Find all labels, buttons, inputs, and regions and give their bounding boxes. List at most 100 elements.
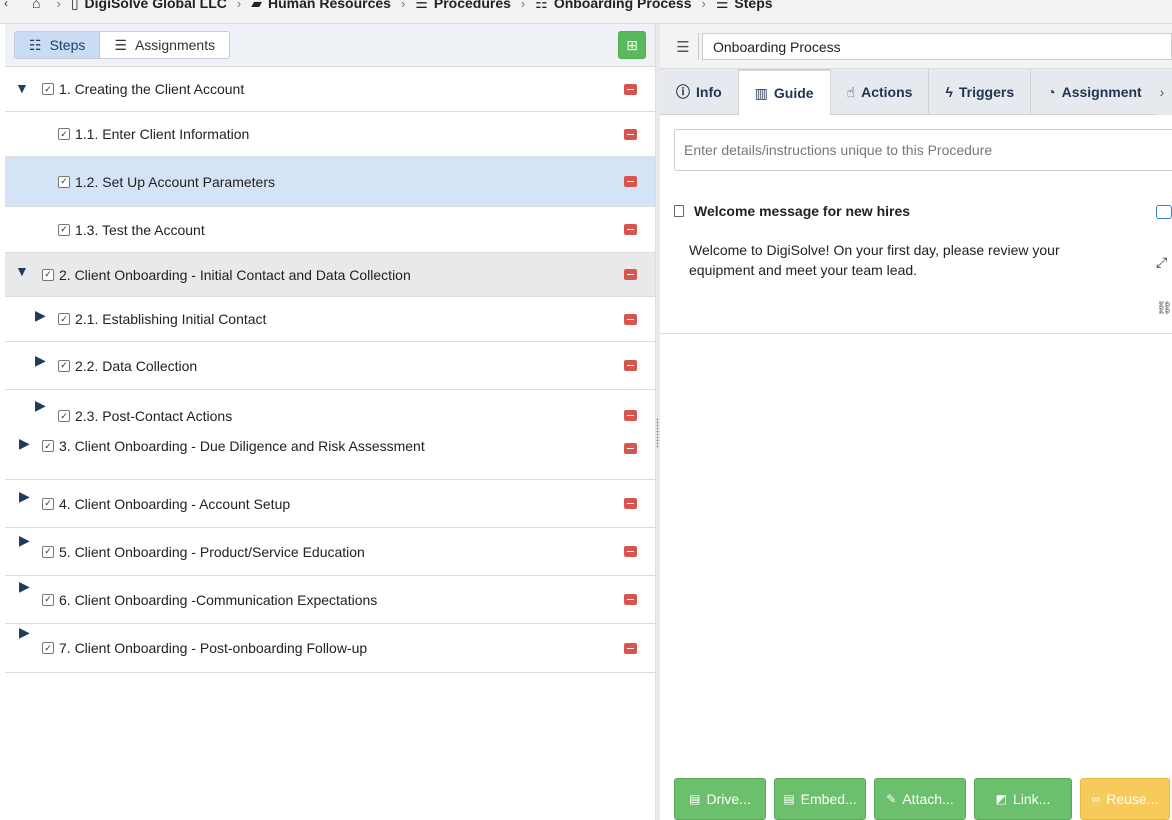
pointer-icon: ☝ (846, 83, 856, 100)
remove-step-button[interactable] (624, 498, 637, 509)
remove-step-button[interactable] (624, 443, 637, 454)
step-label: 1.1. Enter Client Information (75, 126, 250, 142)
detail-tabs: ⓘ Info ▥ Guide ☝ Actions ϟ Triggers ◔ As… (660, 69, 1172, 115)
list-icon: ☰ (715, 0, 729, 11)
remove-step-button[interactable] (624, 546, 637, 557)
checkbox-icon[interactable]: ✓ (58, 410, 70, 422)
caret-down-icon[interactable]: ▼ (15, 263, 29, 279)
add-step-button[interactable]: ⊞ (618, 31, 646, 59)
step-row[interactable]: ▶ ✓ 6. Client Onboarding -Communication … (5, 576, 655, 624)
step-row[interactable]: ▼ ✓ 2. Client Onboarding - Initial Conta… (5, 253, 655, 297)
step-row[interactable]: ▶ ✓ 2.1. Establishing Initial Contact (5, 297, 655, 342)
breadcrumb-label: Human Resources (268, 0, 391, 11)
breadcrumb-home[interactable]: ⌂ (32, 0, 46, 11)
step-row-selected[interactable]: ✓ 1.2. Set Up Account Parameters (5, 157, 655, 207)
unlink-icon[interactable]: ⛓ (1156, 300, 1172, 316)
step-label: 1.2. Set Up Account Parameters (75, 173, 275, 190)
breadcrumb-organization[interactable]: ▯ DigiSolve Global LLC (71, 0, 227, 12)
remove-step-button[interactable] (624, 83, 637, 95)
remove-step-button[interactable] (624, 410, 637, 421)
breadcrumb-procedure[interactable]: ☷ Onboarding Process (535, 0, 691, 12)
tab-actions[interactable]: ☝ Actions (831, 69, 930, 115)
breadcrumb-label: DigiSolve Global LLC (84, 0, 227, 11)
step-row[interactable]: ▶ ✓ 3. Client Onboarding - Due Diligence… (5, 434, 655, 480)
procedure-name-field[interactable]: Onboarding Process (702, 33, 1172, 60)
step-row[interactable]: ▶ ✓ 7. Client Onboarding - Post-onboardi… (5, 624, 655, 673)
checkbox-icon[interactable]: ✓ (42, 497, 54, 510)
tab-info[interactable]: ⓘ Info (660, 69, 739, 115)
chevron-right-icon: › (400, 0, 406, 11)
caret-right-icon[interactable]: ▶ (35, 397, 49, 413)
caret-down-icon[interactable]: ▼ (15, 80, 29, 96)
step-row[interactable]: ▶ ✓ 2.2. Data Collection (5, 342, 655, 390)
procedure-detail-pane: ☰ Onboarding Process ⓘ Info ▥ Guide ☝ Ac… (660, 24, 1172, 820)
step-row[interactable]: ✓ 1.1. Enter Client Information (5, 112, 655, 157)
tab-triggers[interactable]: ϟ Triggers (929, 69, 1032, 115)
caret-right-icon[interactable]: ▶ (19, 488, 33, 504)
remove-step-button[interactable] (624, 360, 637, 371)
caret-right-icon[interactable]: ▶ (35, 352, 49, 368)
checkbox-icon[interactable]: ✓ (42, 440, 54, 452)
procedure-name: Onboarding Process (713, 38, 841, 55)
edit-icon[interactable] (1156, 205, 1172, 219)
tab-label: Info (696, 84, 722, 100)
procedure-list-button[interactable]: ☰ (668, 33, 699, 60)
link-button[interactable]: ◩ Link... (974, 778, 1072, 820)
checkbox-icon[interactable]: ✓ (58, 313, 70, 325)
breadcrumb-label: Steps (734, 0, 773, 11)
breadcrumb: ‹ ⌂ › ▯ DigiSolve Global LLC › ▰ Human R… (0, 0, 773, 15)
caret-right-icon[interactable]: ▶ (19, 435, 33, 451)
tab-label: Actions (861, 84, 913, 100)
checkbox-icon[interactable]: ✓ (42, 268, 54, 281)
map-icon: ▥ (754, 84, 768, 101)
view-switcher: ☷ Steps ☰ Assignments (14, 31, 231, 59)
splitter-grip[interactable] (656, 418, 659, 448)
embed-button[interactable]: ▤ Embed... (774, 778, 866, 820)
tab-label: Assignment (1061, 84, 1142, 100)
checkbox-icon[interactable]: ✓ (42, 545, 54, 558)
drive-button[interactable]: ▤ Drive... (674, 778, 766, 820)
step-row[interactable]: ▶ ✓ 4. Client Onboarding - Account Setup (5, 480, 655, 528)
step-row[interactable]: ▶ ✓ 5. Client Onboarding - Product/Servi… (5, 528, 655, 576)
checkbox-icon[interactable]: ✓ (58, 223, 70, 236)
caret-right-icon[interactable]: ▶ (35, 307, 49, 323)
drive-button-label: Drive... (706, 791, 751, 807)
expand-icon[interactable]: ⤢ (1156, 254, 1172, 270)
attach-button[interactable]: ✎ Attach... (874, 778, 966, 820)
caret-right-icon[interactable]: ▶ (19, 532, 33, 548)
breadcrumb-procedures[interactable]: ☰ Procedures (415, 0, 511, 12)
steps-tab-label: Steps (49, 37, 86, 53)
step-row[interactable]: ✓ 1.3. Test the Account (5, 207, 655, 253)
procedure-description-field[interactable]: Enter details/instructions unique to thi… (674, 129, 1172, 171)
assignments-tab-button[interactable]: ☰ Assignments (100, 32, 229, 58)
caret-right-icon[interactable]: ▶ (19, 578, 33, 594)
step-row[interactable]: ▼ ✓ 1. Creating the Client Account (5, 67, 655, 112)
remove-step-button[interactable] (624, 642, 637, 654)
remove-step-button[interactable] (624, 128, 637, 140)
checkbox-icon[interactable]: ✓ (42, 83, 54, 95)
breadcrumb-steps[interactable]: ☰ Steps (716, 0, 773, 12)
checkbox-icon[interactable]: ✓ (58, 175, 70, 188)
checkbox-icon[interactable]: ✓ (58, 128, 70, 140)
steps-tab-button[interactable]: ☷ Steps (15, 32, 101, 58)
tabs-scroll-right-button[interactable]: › (1152, 69, 1172, 115)
remove-step-button[interactable] (624, 269, 637, 280)
tab-guide[interactable]: ▥ Guide (738, 69, 831, 115)
step-label: 2.1. Establishing Initial Contact (75, 311, 267, 327)
file-icon: ▤ (689, 792, 701, 806)
breadcrumb-department[interactable]: ▰ Human Resources (251, 0, 391, 12)
reuse-button-label: Reuse... (1106, 791, 1159, 807)
remove-step-button[interactable] (624, 224, 637, 235)
reuse-button[interactable]: ∞ Reuse... (1080, 778, 1170, 820)
remove-step-button[interactable] (624, 594, 637, 605)
checkbox-icon[interactable]: ✓ (42, 593, 54, 606)
remove-step-button[interactable] (624, 176, 637, 187)
back-arrow-icon[interactable]: ‹ (0, 0, 12, 15)
checkbox-icon[interactable]: ✓ (58, 359, 70, 372)
caret-right-icon[interactable]: ▶ (19, 624, 33, 640)
tab-assignment[interactable]: ◔ Assignment (1031, 69, 1158, 115)
remove-step-button[interactable] (624, 313, 637, 325)
step-row[interactable]: ▶ ✓ 2.3. Post-Contact Actions (5, 390, 655, 434)
checkbox-icon[interactable]: ✓ (42, 642, 54, 654)
divider (660, 333, 1172, 334)
